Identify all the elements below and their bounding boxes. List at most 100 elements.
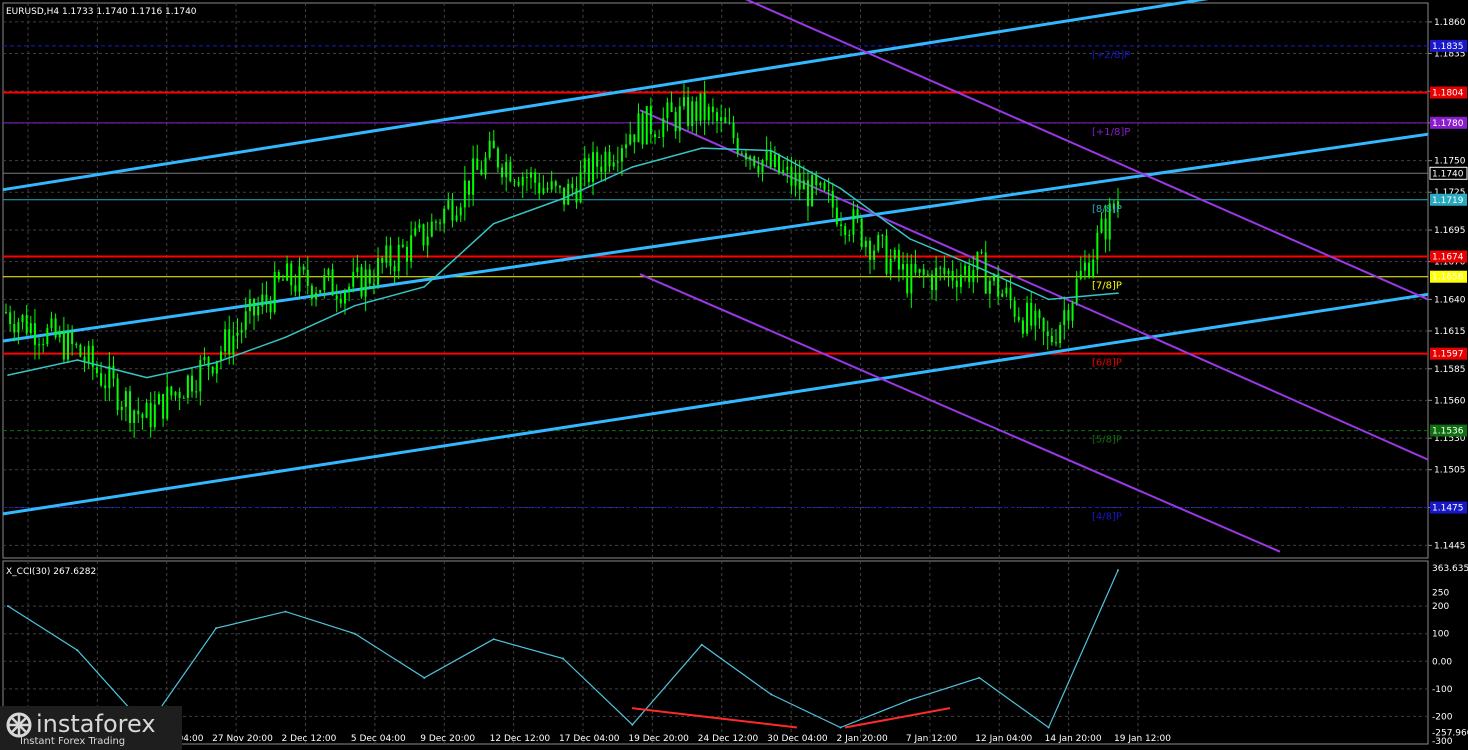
time-tick-label: 9 Dec 20:00 xyxy=(420,734,475,744)
candle-body xyxy=(476,158,479,170)
candle-body xyxy=(732,122,735,138)
candle-body xyxy=(802,180,805,190)
candle-body xyxy=(174,392,177,396)
candle-body xyxy=(902,264,905,270)
candle-body xyxy=(1013,300,1016,317)
time-tick-label: 7 Jan 12:00 xyxy=(906,734,958,744)
cci-point xyxy=(700,643,703,646)
candle-body xyxy=(302,266,305,270)
chart-title: EURUSD,H4 1.1733 1.1740 1.1716 1.1740 xyxy=(6,7,197,17)
candle-body xyxy=(583,158,586,173)
candle-body xyxy=(451,200,454,221)
cci-point xyxy=(423,676,426,679)
moving-average-point xyxy=(145,376,148,379)
candle-body xyxy=(558,185,561,188)
candle-body xyxy=(290,263,293,286)
candle-body xyxy=(401,244,404,247)
candle-body xyxy=(277,272,280,280)
candle-body xyxy=(910,263,913,294)
cci-point xyxy=(631,723,634,726)
cci-point xyxy=(76,649,79,652)
candle-body xyxy=(422,224,425,246)
candle-body xyxy=(1046,331,1049,336)
candle-body xyxy=(207,357,210,367)
candle-body xyxy=(972,270,975,283)
candle-body xyxy=(248,299,251,312)
candle-body xyxy=(87,345,90,363)
candle-body xyxy=(699,93,702,121)
instaforex-logo-icon xyxy=(6,712,32,738)
candle-body xyxy=(71,331,74,345)
candle-body xyxy=(579,172,582,203)
candle-body xyxy=(397,244,400,272)
candle-body xyxy=(149,402,152,428)
cci-point xyxy=(839,726,842,729)
candle-body xyxy=(1042,317,1045,332)
instaforex-logo: instaforex Instant Forex Trading xyxy=(0,706,182,750)
candle-body xyxy=(129,391,132,423)
candle-body xyxy=(236,332,239,336)
cci-tick-label: 100 xyxy=(1432,630,1449,640)
murrey-label: [5/8]P xyxy=(1092,435,1122,446)
candle-body xyxy=(773,154,776,168)
candle-body xyxy=(13,323,16,333)
time-tick-label: 24 Dec 12:00 xyxy=(698,734,759,744)
candle-body xyxy=(835,207,838,225)
candle-body xyxy=(926,274,929,276)
price-tag-label: 1.1780 xyxy=(1432,119,1464,129)
cci-point xyxy=(1117,569,1119,572)
candle-body xyxy=(575,188,578,203)
cci-tick-label: -100 xyxy=(1432,685,1453,695)
candle-body xyxy=(682,97,685,107)
candle-body xyxy=(410,235,413,262)
candle-body xyxy=(191,375,194,392)
candle-body xyxy=(629,134,632,145)
cci-tick-label: 363.6356 xyxy=(1432,564,1468,574)
candle-body xyxy=(108,365,111,389)
candle-body xyxy=(1096,232,1099,260)
candle-body xyxy=(546,188,549,190)
candle-body xyxy=(480,169,483,175)
candle-body xyxy=(426,236,429,246)
candle-body xyxy=(881,235,884,237)
candle-body xyxy=(943,267,946,274)
cci-tick-label: 0.00 xyxy=(1432,657,1452,667)
cci-point xyxy=(978,676,981,679)
candle-body xyxy=(554,181,557,186)
candle-body xyxy=(137,410,140,415)
candle-body xyxy=(716,112,719,121)
candle-body xyxy=(1030,302,1033,326)
candle-body xyxy=(782,169,785,174)
candle-body xyxy=(257,306,260,316)
time-tick-label: 19 Dec 20:00 xyxy=(628,734,689,744)
candle-body xyxy=(488,140,491,158)
candle-body xyxy=(633,134,636,143)
moving-average-point xyxy=(839,187,842,190)
candle-body xyxy=(178,392,181,399)
candle-body xyxy=(153,404,156,428)
candle-body xyxy=(211,366,214,374)
candle-body xyxy=(1054,342,1057,344)
candle-body xyxy=(864,240,867,248)
cci-point xyxy=(7,605,9,608)
candle-body xyxy=(339,299,342,304)
price-tick-label: 1.1560 xyxy=(1434,396,1466,406)
candle-body xyxy=(141,414,144,418)
moving-average-point xyxy=(7,374,9,376)
time-tick-label: 12 Jan 04:00 xyxy=(975,734,1032,744)
candle-body xyxy=(707,106,710,121)
cci-point xyxy=(215,627,218,630)
candle-body xyxy=(703,93,706,121)
price-chart[interactable]: 1.18601.18351.18051.17801.17501.17251.16… xyxy=(0,0,1468,750)
candle-body xyxy=(133,410,136,423)
candle-body xyxy=(695,101,698,121)
candle-body xyxy=(637,113,640,143)
candle-body xyxy=(439,222,442,224)
moving-average-point xyxy=(76,359,79,361)
candle-body xyxy=(348,286,351,292)
moving-average-point xyxy=(1047,298,1050,301)
price-tag-label: 1.1658 xyxy=(1432,273,1464,283)
candle-body xyxy=(935,267,938,291)
candle-body xyxy=(298,266,301,292)
candle-body xyxy=(877,235,880,251)
